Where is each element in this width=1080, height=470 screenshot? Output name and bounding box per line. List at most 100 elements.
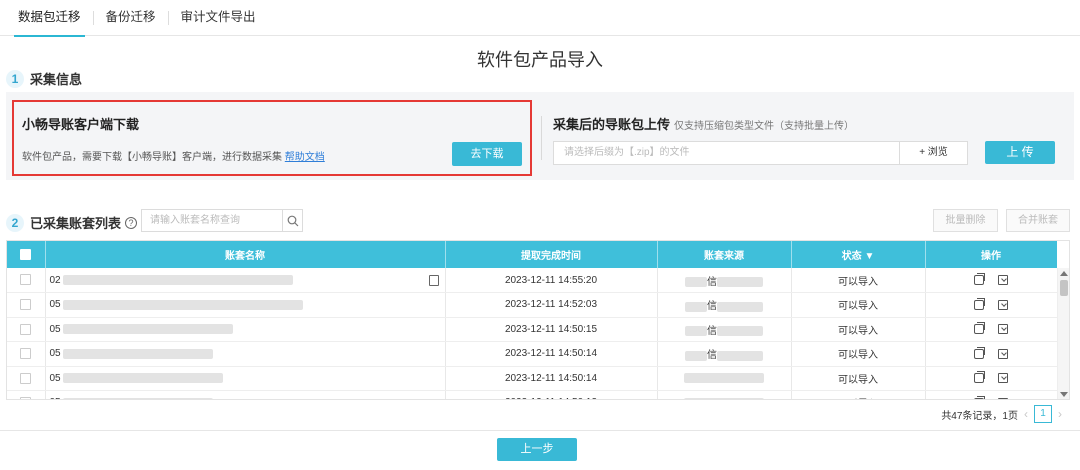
download-title: 小畅导账客户端下载 [22, 117, 140, 132]
pagination: 共47条记录，1页 ‹ 1 › [941, 405, 1068, 423]
document-icon[interactable] [428, 275, 439, 286]
step-number: 1 [6, 69, 24, 88]
search-icon [287, 215, 298, 226]
actions-cell [925, 292, 1058, 318]
top-tabs: 数据包迁移 备份迁移 审计文件导出 [0, 0, 1080, 37]
account-source-cell [657, 390, 792, 399]
upload-file-input[interactable]: 请选择后缀为【.zip】的文件 [553, 141, 900, 165]
account-name: 05 [49, 372, 61, 384]
tab-backup-migration[interactable]: 备份迁移 [94, 0, 168, 36]
client-download-box: 小畅导账客户端下载 软件包产品，需要下载【小畅导账】客户端，进行数据采集 帮助文… [12, 100, 532, 176]
redacted-text [685, 326, 707, 337]
help-icon[interactable]: ? [125, 216, 138, 229]
prev-page-icon[interactable]: ‹ [1024, 407, 1028, 421]
account-name-cell: 05 [45, 292, 446, 318]
redacted-text [684, 373, 764, 384]
header-status[interactable]: 状态 ▼ [791, 241, 926, 268]
upload-subtitle: 仅支持压缩包类型文件（支持批量上传） [674, 121, 855, 132]
redacted-text [717, 301, 763, 312]
extract-time: 2023-12-11 14:55:20 [445, 268, 658, 293]
scroll-up-arrow-icon[interactable] [1060, 271, 1068, 276]
browse-button[interactable]: + 浏览 [899, 141, 968, 165]
header-actions: 操作 [925, 241, 1058, 268]
download-button[interactable]: 去下载 [452, 142, 522, 166]
record-summary: 共47条记录，1页 [941, 410, 1018, 422]
row-checkbox[interactable] [20, 397, 32, 399]
status-cell: 可以导入 [791, 292, 926, 318]
footer-divider [0, 430, 1080, 431]
select-all-checkbox[interactable] [20, 248, 32, 260]
actions-cell [925, 366, 1058, 391]
section-title: 已采集账套列表 [30, 216, 122, 231]
account-source: 信 [707, 276, 717, 288]
status-header-label: 状态 [841, 251, 862, 262]
status-cell: 可以导入 [791, 317, 926, 342]
help-doc-link[interactable]: 帮助文档 [285, 152, 325, 163]
search-input[interactable] [142, 210, 282, 231]
account-table: 账套名称 提取完成时间 账套来源 状态 ▼ 操作 02 2023-12-11 1… [6, 240, 1070, 400]
download-description: 软件包产品，需要下载【小畅导账】客户端，进行数据采集 帮助文档 [22, 148, 325, 163]
account-source: 信 [707, 325, 717, 337]
merge-accounts-button[interactable]: 合并账套 [1006, 209, 1070, 232]
redacted-text [63, 348, 214, 359]
download-icon[interactable] [998, 373, 1008, 384]
copy-icon[interactable] [974, 272, 985, 285]
panel-divider [541, 116, 542, 160]
account-name: 05 [49, 323, 61, 335]
copy-icon[interactable] [974, 346, 985, 359]
status-cell: 可以导入 [791, 268, 926, 293]
extract-time: 2023-12-11 14:50:14 [445, 341, 658, 367]
row-checkbox[interactable] [20, 372, 32, 384]
filter-icon[interactable]: ▼ [864, 251, 874, 262]
account-name-cell: 05 [45, 317, 446, 342]
table-row: 02 2023-12-11 14:55:20 信 可以导入 [7, 268, 1058, 293]
upload-button[interactable]: 上 传 [985, 141, 1055, 164]
next-page-icon[interactable]: › [1058, 407, 1062, 421]
upload-header: 采集后的导账包上传 仅支持压缩包类型文件（支持批量上传） [553, 114, 854, 133]
search-button[interactable] [282, 210, 302, 231]
copy-icon[interactable] [974, 395, 985, 399]
scroll-down-arrow-icon[interactable] [1060, 392, 1068, 397]
redacted-text [717, 276, 763, 287]
table-row: 05 2023-12-11 14:50:14 可以导入 [7, 366, 1058, 391]
redacted-text [685, 350, 707, 361]
account-source: 信 [707, 301, 717, 313]
copy-icon[interactable] [974, 322, 985, 335]
table-row: 05 2023-12-11 14:52:03 信 可以导入 [7, 292, 1058, 318]
actions-cell [925, 341, 1058, 367]
row-checkbox[interactable] [20, 323, 32, 335]
upload-title: 采集后的导账包上传 [553, 117, 671, 132]
section-list-header: 2 已采集账套列表 ? [6, 213, 138, 232]
tab-data-package-migration[interactable]: 数据包迁移 [6, 0, 93, 37]
row-checkbox[interactable] [20, 348, 32, 360]
redacted-text [63, 274, 294, 285]
table-header-row: 账套名称 提取完成时间 账套来源 状态 ▼ 操作 [7, 241, 1058, 268]
table-scrollbar[interactable] [1057, 268, 1069, 399]
redacted-text [685, 276, 707, 287]
download-desc-text: 软件包产品，需要下载【小畅导账】客户端，进行数据采集 [22, 152, 282, 163]
redacted-text [63, 373, 224, 384]
copy-icon[interactable] [974, 297, 985, 310]
tab-audit-file-export[interactable]: 审计文件导出 [169, 0, 268, 36]
download-icon[interactable] [998, 348, 1008, 359]
account-source-cell: 信 [657, 317, 792, 342]
copy-icon[interactable] [974, 371, 985, 384]
status-cell: 可以导入 [791, 366, 926, 391]
download-icon[interactable] [998, 324, 1008, 335]
page-number[interactable]: 1 [1034, 405, 1052, 423]
download-icon[interactable] [998, 397, 1008, 399]
scroll-thumb[interactable] [1060, 280, 1068, 296]
account-source-cell [657, 366, 792, 391]
row-checkbox[interactable] [20, 274, 32, 286]
download-icon[interactable] [998, 299, 1008, 310]
batch-delete-button[interactable]: 批量删除 [933, 209, 998, 232]
redacted-text [63, 299, 304, 310]
extract-time: 2023-12-11 14:50:13 [445, 390, 658, 399]
table-row: 05 2023-12-11 14:50:14 信 可以导入 [7, 341, 1058, 367]
previous-step-button[interactable]: 上一步 [497, 438, 577, 461]
download-icon[interactable] [998, 274, 1008, 285]
account-name-cell: 05 [45, 390, 446, 399]
account-source-cell: 信 [657, 292, 792, 318]
row-checkbox[interactable] [20, 299, 32, 311]
redacted-text [684, 397, 764, 399]
